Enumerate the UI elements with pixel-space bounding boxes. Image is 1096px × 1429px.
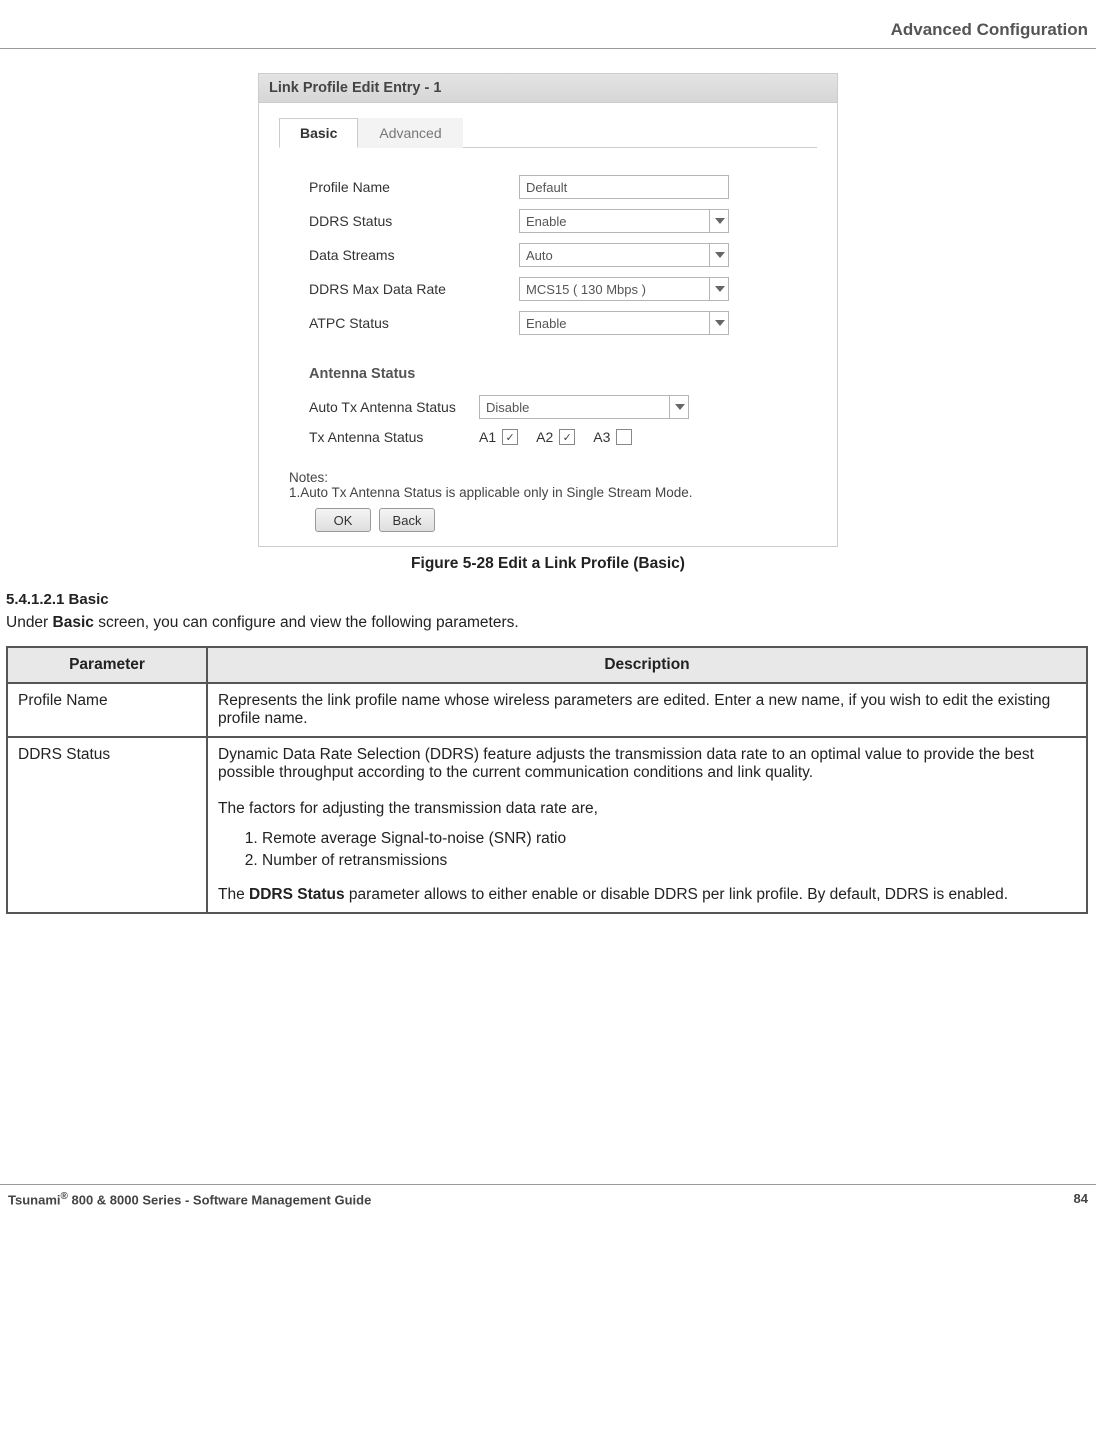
antenna-section-title: Antenna Status <box>309 366 787 382</box>
tab-bar: Basic Advanced <box>279 117 817 148</box>
atpc-status-value: Enable <box>519 311 729 335</box>
label-ddrs-max: DDRS Max Data Rate <box>309 281 519 297</box>
ddrs-status-value: Enable <box>519 209 729 233</box>
link-profile-panel: Link Profile Edit Entry - 1 Basic Advanc… <box>258 73 838 547</box>
ddrs-p3: The DDRS Status parameter allows to eith… <box>218 886 1076 904</box>
intro-pre: Under <box>6 614 53 631</box>
ddrs-p3b: DDRS Status <box>249 886 345 903</box>
tab-basic[interactable]: Basic <box>279 118 358 148</box>
antenna-a1-label: A1 <box>479 429 496 445</box>
ddrs-max-select[interactable]: MCS15 ( 130 Mbps ) <box>519 277 729 301</box>
notes-heading: Notes: <box>289 470 807 485</box>
cell-desc-ddrs: Dynamic Data Rate Selection (DDRS) featu… <box>207 737 1087 913</box>
ddrs-p3a: The <box>218 886 249 903</box>
intro-post: screen, you can configure and view the f… <box>94 614 519 631</box>
chevron-down-icon <box>709 209 729 233</box>
row-profile-name: Profile Name <box>309 170 787 204</box>
label-data-streams: Data Streams <box>309 247 519 263</box>
antenna-a2: A2 ✓ <box>536 429 575 445</box>
antenna-a1: A1 ✓ <box>479 429 518 445</box>
back-button[interactable]: Back <box>379 508 435 532</box>
tabs-wrap: Basic Advanced Profile Name DDRS Status … <box>259 103 837 456</box>
ddrs-li1: Remote average Signal-to-noise (SNR) rat… <box>262 828 1076 850</box>
section-intro: Under Basic screen, you can configure an… <box>0 614 1096 646</box>
parameters-table: Parameter Description Profile Name Repre… <box>6 646 1088 914</box>
profile-name-field[interactable] <box>519 175 729 199</box>
basic-form: Profile Name DDRS Status Enable Data Str… <box>279 148 817 456</box>
cell-param-profile-name: Profile Name <box>7 683 207 737</box>
ddrs-p3c: parameter allows to either enable or dis… <box>345 886 1008 903</box>
figure-wrap: Link Profile Edit Entry - 1 Basic Advanc… <box>0 73 1096 573</box>
footer-brand: Tsunami <box>8 1192 61 1207</box>
antenna-a3-checkbox[interactable] <box>616 429 632 445</box>
row-ddrs-max: DDRS Max Data Rate MCS15 ( 130 Mbps ) <box>309 272 787 306</box>
label-auto-tx: Auto Tx Antenna Status <box>309 399 479 415</box>
chevron-down-icon <box>709 311 729 335</box>
antenna-a2-label: A2 <box>536 429 553 445</box>
col-parameter: Parameter <box>7 647 207 683</box>
chevron-down-icon <box>669 395 689 419</box>
ddrs-factors-list: Remote average Signal-to-noise (SNR) rat… <box>218 828 1076 872</box>
button-row: OK Back <box>259 500 837 532</box>
label-atpc-status: ATPC Status <box>309 315 519 331</box>
col-description: Description <box>207 647 1087 683</box>
row-auto-tx: Auto Tx Antenna Status Disable <box>309 390 787 424</box>
ok-button[interactable]: OK <box>315 508 371 532</box>
notes-line-1: 1.Auto Tx Antenna Status is applicable o… <box>289 485 807 500</box>
figure-caption: Figure 5-28 Edit a Link Profile (Basic) <box>411 555 685 573</box>
chevron-down-icon <box>709 277 729 301</box>
row-tx-status: Tx Antenna Status A1 ✓ A2 ✓ A3 <box>309 424 787 450</box>
table-row: DDRS Status Dynamic Data Rate Selection … <box>7 737 1087 913</box>
auto-tx-value: Disable <box>479 395 689 419</box>
section-number: 5.4.1.2.1 Basic <box>0 591 1096 614</box>
row-atpc-status: ATPC Status Enable <box>309 306 787 340</box>
antenna-a3-label: A3 <box>593 429 610 445</box>
page-number: 84 <box>1074 1191 1088 1207</box>
notes-block: Notes: 1.Auto Tx Antenna Status is appli… <box>259 456 837 500</box>
label-profile-name: Profile Name <box>309 179 519 195</box>
intro-bold: Basic <box>53 614 94 631</box>
footer-guide: 800 & 8000 Series - Software Management … <box>68 1192 371 1207</box>
chevron-down-icon <box>709 243 729 267</box>
cell-desc-profile-name: Represents the link profile name whose w… <box>207 683 1087 737</box>
ddrs-p1: Dynamic Data Rate Selection (DDRS) featu… <box>218 746 1076 782</box>
data-streams-select[interactable]: Auto <box>519 243 729 267</box>
row-ddrs-status: DDRS Status Enable <box>309 204 787 238</box>
tab-advanced[interactable]: Advanced <box>358 118 462 148</box>
cell-param-ddrs: DDRS Status <box>7 737 207 913</box>
atpc-status-select[interactable]: Enable <box>519 311 729 335</box>
antenna-a1-checkbox[interactable]: ✓ <box>502 429 518 445</box>
ddrs-max-value: MCS15 ( 130 Mbps ) <box>519 277 729 301</box>
auto-tx-select[interactable]: Disable <box>479 395 689 419</box>
panel-title: Link Profile Edit Entry - 1 <box>259 74 837 103</box>
label-ddrs-status: DDRS Status <box>309 213 519 229</box>
ddrs-status-select[interactable]: Enable <box>519 209 729 233</box>
footer-left: Tsunami® 800 & 8000 Series - Software Ma… <box>8 1191 371 1207</box>
page-footer: Tsunami® 800 & 8000 Series - Software Ma… <box>0 1184 1096 1213</box>
antenna-a2-checkbox[interactable]: ✓ <box>559 429 575 445</box>
registered-icon: ® <box>61 1191 68 1202</box>
ddrs-li2: Number of retransmissions <box>262 850 1076 872</box>
row-data-streams: Data Streams Auto <box>309 238 787 272</box>
table-row: Profile Name Represents the link profile… <box>7 683 1087 737</box>
page-header: Advanced Configuration <box>0 20 1096 49</box>
data-streams-value: Auto <box>519 243 729 267</box>
label-tx-status: Tx Antenna Status <box>309 429 479 445</box>
ddrs-p2: The factors for adjusting the transmissi… <box>218 800 1076 818</box>
antenna-a3: A3 <box>593 429 632 445</box>
tx-antenna-group: A1 ✓ A2 ✓ A3 <box>479 429 632 445</box>
